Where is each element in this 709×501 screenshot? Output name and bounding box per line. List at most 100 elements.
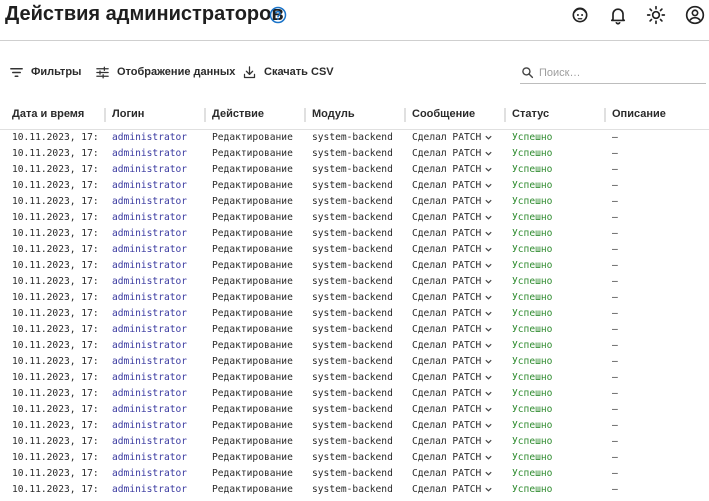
table-row[interactable]: 10.11.2023, 17: administrator Редактирован… [0,386,709,402]
expand-message-icon[interactable] [484,325,493,334]
column-resizer[interactable] [304,108,306,122]
search-input[interactable] [539,66,699,79]
expand-message-icon[interactable] [484,277,493,286]
table-row[interactable]: 10.11.2023, 17: administrator Редактирован… [0,482,709,498]
expand-message-icon[interactable] [484,453,493,462]
table-row[interactable]: 10.11.2023, 17: administrator Редактирован… [0,194,709,210]
table-row[interactable]: 10.11.2023, 17: administrator Редактирован… [0,434,709,450]
expand-message-icon[interactable] [484,405,493,414]
account-button[interactable] [684,4,706,26]
message-cell: Сделал PATCH [412,132,482,143]
login-link[interactable]: administrator [112,452,202,463]
login-link[interactable]: administrator [112,212,202,223]
expand-message-icon[interactable] [484,309,493,318]
support-button[interactable] [569,4,591,26]
column-resizer[interactable] [104,108,106,122]
expand-message-icon[interactable] [484,181,493,190]
expand-message-icon[interactable] [484,437,493,446]
login-link[interactable]: administrator [112,388,202,399]
table-row[interactable]: 10.11.2023, 17: administrator Редактирован… [0,178,709,194]
table-row[interactable]: 10.11.2023, 17: administrator Редактирован… [0,418,709,434]
column-resizer[interactable] [604,108,606,122]
expand-message-icon[interactable] [484,149,493,158]
expand-message-icon[interactable] [484,373,493,382]
expand-message-icon[interactable] [484,245,493,254]
column-header-module[interactable]: Модуль [312,108,355,120]
expand-message-icon[interactable] [484,469,493,478]
login-link[interactable]: administrator [112,260,202,271]
login-link[interactable]: administrator [112,244,202,255]
table-row[interactable]: 10.11.2023, 17: administrator Редактирован… [0,242,709,258]
login-link[interactable]: administrator [112,276,202,287]
expand-message-icon[interactable] [484,165,493,174]
display-settings-button[interactable]: Отображение данных [95,64,235,80]
help-icon[interactable] [269,6,287,24]
table-row[interactable]: 10.11.2023, 17: administrator Редактирован… [0,226,709,242]
login-link[interactable]: administrator [112,292,202,303]
module-cell: system-backend [312,404,393,415]
login-link[interactable]: administrator [112,132,202,143]
date-cell: 10.11.2023, 17: [12,324,99,335]
login-link[interactable]: administrator [112,468,202,479]
login-link[interactable]: administrator [112,484,202,495]
table-row[interactable]: 10.11.2023, 17: administrator Редактирован… [0,210,709,226]
column-header-action[interactable]: Действие [212,108,264,120]
expand-message-icon[interactable] [484,261,493,270]
login-link[interactable]: administrator [112,164,202,175]
login-link[interactable]: administrator [112,228,202,239]
download-csv-button[interactable]: Скачать CSV [242,64,334,80]
filters-button[interactable]: Фильтры [9,64,81,80]
status-cell: Успешно [512,212,553,223]
table-row[interactable]: 10.11.2023, 17: administrator Редактирован… [0,146,709,162]
table-row[interactable]: 10.11.2023, 17: administrator Редактирован… [0,402,709,418]
column-header-message[interactable]: Сообщение [412,108,475,120]
table-row[interactable]: 10.11.2023, 17: administrator Редактирован… [0,258,709,274]
table-row[interactable]: 10.11.2023, 17: administrator Редактирован… [0,370,709,386]
login-link[interactable]: administrator [112,420,202,431]
expand-message-icon[interactable] [484,357,493,366]
login-link[interactable]: administrator [112,180,202,191]
module-cell: system-backend [312,452,393,463]
table-row[interactable]: 10.11.2023, 17: administrator Редактирован… [0,466,709,482]
expand-message-icon[interactable] [484,421,493,430]
expand-message-icon[interactable] [484,213,493,222]
table-row[interactable]: 10.11.2023, 17: administrator Редактирован… [0,354,709,370]
column-resizer[interactable] [504,108,506,122]
login-link[interactable]: administrator [112,196,202,207]
table-row[interactable]: 10.11.2023, 17: administrator Редактирован… [0,290,709,306]
login-link[interactable]: administrator [112,308,202,319]
expand-message-icon[interactable] [484,229,493,238]
column-resizer[interactable] [404,108,406,122]
message-cell: Сделал PATCH [412,228,482,239]
table-row[interactable]: 10.11.2023, 17: administrator Редактирован… [0,338,709,354]
column-header-datetime[interactable]: Дата и время [12,108,84,120]
theme-toggle-button[interactable] [645,4,667,26]
column-header-status[interactable]: Статус [512,108,549,120]
login-link[interactable]: administrator [112,324,202,335]
table-row[interactable]: 10.11.2023, 17: administrator Редактирован… [0,450,709,466]
expand-message-icon[interactable] [484,293,493,302]
column-header-description[interactable]: Описание [612,108,666,120]
expand-message-icon[interactable] [484,341,493,350]
login-link[interactable]: administrator [112,148,202,159]
table-row[interactable]: 10.11.2023, 17: administrator Редактирован… [0,130,709,146]
expand-message-icon[interactable] [484,197,493,206]
column-resizer[interactable] [204,108,206,122]
login-link[interactable]: administrator [112,404,202,415]
column-header-login[interactable]: Логин [112,108,144,120]
expand-message-icon[interactable] [484,485,493,494]
login-link[interactable]: administrator [112,340,202,351]
table-row[interactable]: 10.11.2023, 17: administrator Редактирован… [0,274,709,290]
description-cell: — [612,452,618,463]
module-cell: system-backend [312,260,393,271]
expand-message-icon[interactable] [484,133,493,142]
table-row[interactable]: 10.11.2023, 17: administrator Редактирован… [0,322,709,338]
login-link[interactable]: administrator [112,356,202,367]
login-link[interactable]: administrator [112,372,202,383]
login-link[interactable]: administrator [112,436,202,447]
notifications-button[interactable] [607,4,629,26]
expand-message-icon[interactable] [484,389,493,398]
action-cell: Редактирование [212,308,293,319]
table-row[interactable]: 10.11.2023, 17: administrator Редактирован… [0,306,709,322]
table-row[interactable]: 10.11.2023, 17: administrator Редактирован… [0,162,709,178]
